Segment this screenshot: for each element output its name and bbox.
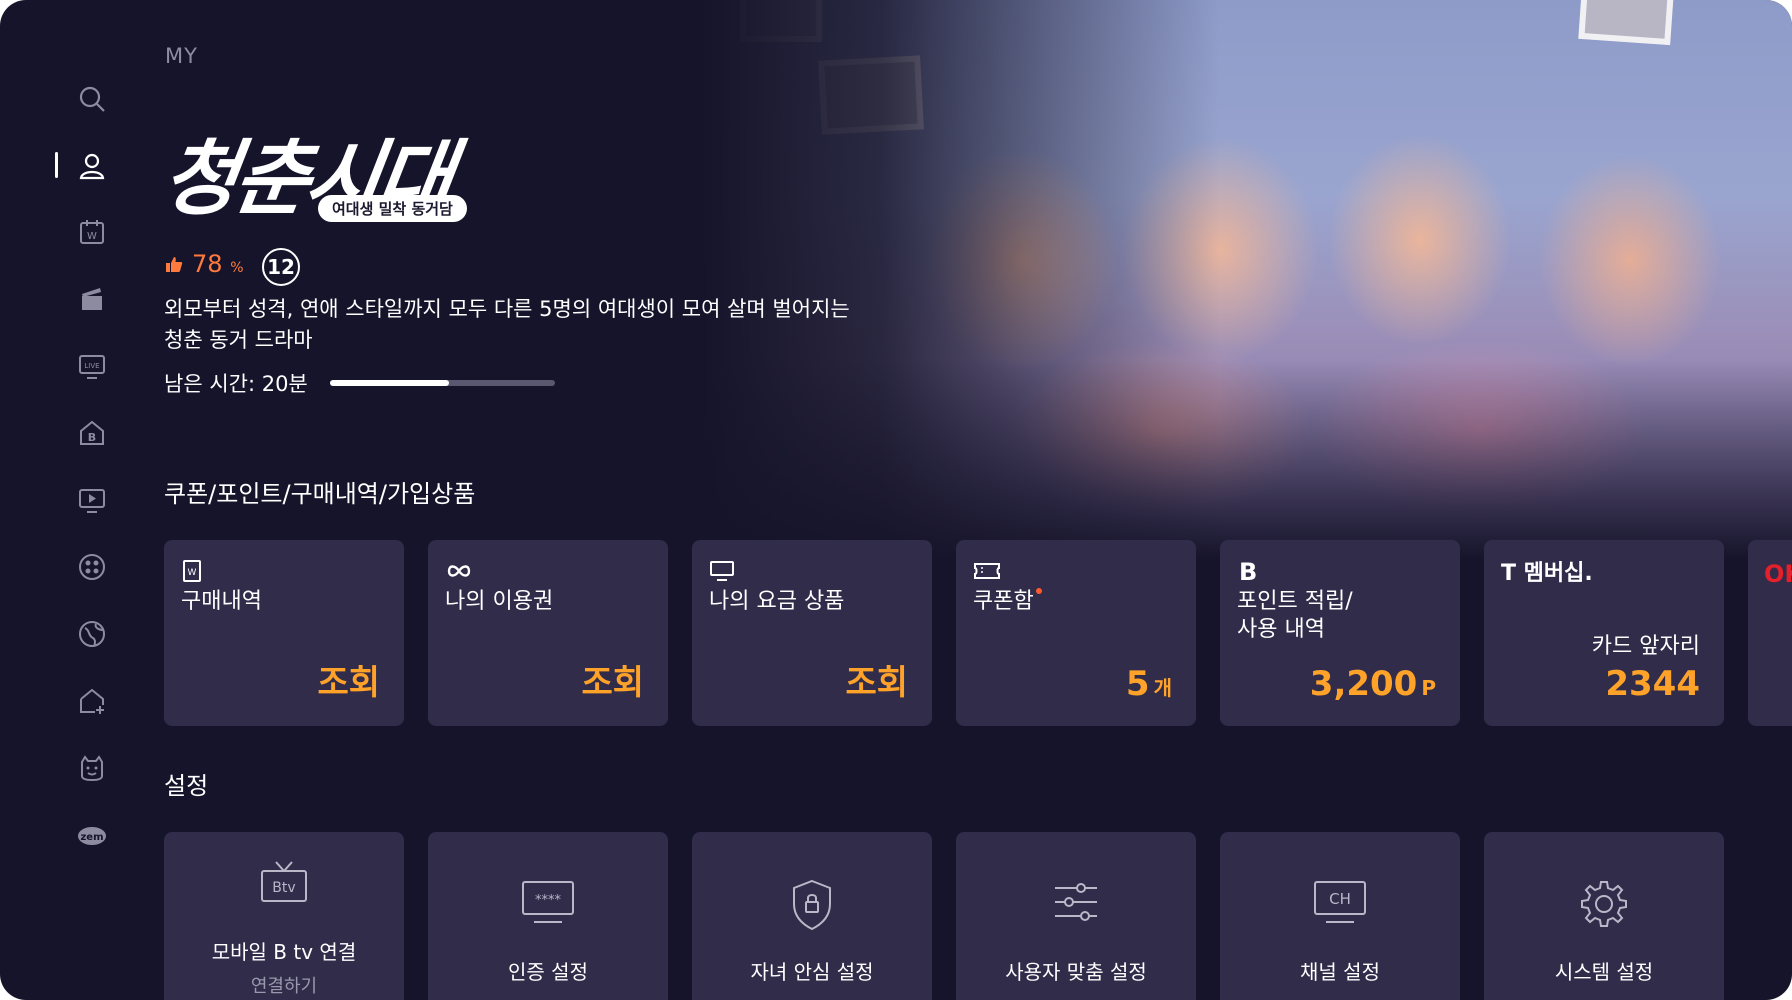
gear-icon xyxy=(1581,881,1627,927)
btv-tv-icon: Btv xyxy=(261,861,307,902)
rating-value: 78 xyxy=(192,250,223,278)
setting-label: 자녀 안심 설정 xyxy=(750,960,874,984)
svg-text:W: W xyxy=(188,568,197,578)
channel-icon-text: CH xyxy=(1329,890,1351,908)
svg-text:LIVE: LIVE xyxy=(84,362,99,370)
svg-text:B: B xyxy=(88,431,96,444)
card-purchase-history[interactable]: W 구매내역 조회 xyxy=(164,540,404,726)
sidebar-item-my[interactable] xyxy=(72,146,112,186)
setting-label: 사용자 맞춤 설정 xyxy=(1005,960,1147,984)
card-t-membership[interactable]: T 멤버십. 카드 앞자리 2344 xyxy=(1484,540,1724,726)
card-label-line2: 사용 내역 xyxy=(1237,617,1325,642)
ticket-icon xyxy=(974,563,1000,579)
card-value: 5 xyxy=(1125,664,1150,704)
sidebar-item-calendar[interactable]: W xyxy=(72,212,112,252)
sliders-icon xyxy=(1055,883,1097,921)
remaining-time: 남은 시간: 20분 xyxy=(164,372,308,396)
monitor-icon xyxy=(710,561,734,581)
setting-mobile-btv[interactable]: Btv 모바일 B tv 연결 연결하기 xyxy=(164,832,404,1000)
kids-icon xyxy=(79,554,105,580)
setting-sub-label: 연결하기 xyxy=(250,976,318,997)
user-icon xyxy=(79,153,105,180)
card-unit: P xyxy=(1421,676,1436,700)
watch-progress-bar xyxy=(330,380,555,386)
calendar-w-icon: W xyxy=(80,220,104,244)
new-dot xyxy=(1035,588,1042,594)
setting-child-safety[interactable]: 자녀 안심 설정 xyxy=(692,832,932,1000)
home-plus-icon xyxy=(80,688,104,714)
sidebar-item-character[interactable] xyxy=(72,748,112,788)
svg-text:W: W xyxy=(87,231,97,242)
rating: 78 % xyxy=(164,250,244,278)
card-unit: 개 xyxy=(1153,676,1172,700)
setting-label: 모바일 B tv 연결 xyxy=(211,940,357,964)
setting-auth[interactable]: **** 인증 설정 xyxy=(428,832,668,1000)
search-icon xyxy=(79,86,105,112)
svg-text:B: B xyxy=(1239,559,1257,583)
card-my-plan[interactable]: 나의 요금 상품 조회 xyxy=(692,540,932,726)
setting-personalization[interactable]: 사용자 맞춤 설정 xyxy=(956,832,1196,1000)
tv-screen: W LIVE B zem MY 청춘시대 여대생 밀착 동거담 78 % 12 … xyxy=(0,0,1792,1000)
card-ok-cashbag[interactable]: OK xyxy=(1748,540,1792,726)
card-my-pass[interactable]: 나의 이용권 조회 xyxy=(428,540,668,726)
setting-label: 채널 설정 xyxy=(1300,960,1380,984)
show-subtitle: 여대생 밀착 동거담 xyxy=(318,195,467,222)
sidebar-item-vod[interactable] xyxy=(72,480,112,520)
btv-icon-text: Btv xyxy=(272,880,295,896)
ok-cashbag-logo: OK xyxy=(1764,560,1792,588)
card-value: 조회 xyxy=(317,663,380,703)
globe-icon xyxy=(79,621,105,647)
breadcrumb: MY xyxy=(165,44,198,68)
shield-lock-icon xyxy=(793,879,831,931)
t-membership-logo: T 멤버십. xyxy=(1501,561,1593,586)
card-coupon-box[interactable]: 쿠폰함 5개 xyxy=(956,540,1196,726)
show-description: 외모부터 성격, 연애 스타일까지 모두 다른 5명의 여대생이 모여 살며 벌… xyxy=(164,297,850,352)
rating-unit: % xyxy=(230,260,244,276)
sidebar-item-search[interactable] xyxy=(72,79,112,119)
play-screen-icon xyxy=(79,489,105,513)
card-points[interactable]: B 포인트 적립/사용 내역 3,200 P xyxy=(1220,540,1460,726)
sidebar-item-movies[interactable] xyxy=(72,279,112,319)
setting-label: 시스템 설정 xyxy=(1554,960,1654,984)
card-value: 조회 xyxy=(845,663,908,703)
setting-channel[interactable]: CH 채널 설정 xyxy=(1220,832,1460,1000)
setting-label: 인증 설정 xyxy=(508,960,588,984)
card-label-line1: 포인트 적립/ xyxy=(1237,589,1353,614)
card-label: 구매내역 xyxy=(181,589,262,614)
receipt-w-icon: W xyxy=(183,560,201,582)
infinity-icon xyxy=(447,565,471,577)
sidebar-item-global[interactable] xyxy=(72,614,112,654)
section-title-coupons: 쿠폰/포인트/구매내역/가입상품 xyxy=(164,480,476,508)
b-home-icon: B xyxy=(80,420,104,445)
zem-icon: zem xyxy=(78,827,106,845)
age-rating-badge: 12 xyxy=(262,248,300,286)
active-indicator xyxy=(55,152,58,178)
card-label: 나의 요금 상품 xyxy=(709,589,845,614)
thumbs-up-icon xyxy=(166,257,183,272)
live-tv-icon: LIVE xyxy=(79,355,105,379)
wall-photo xyxy=(1578,0,1674,46)
card-value: 조회 xyxy=(581,663,644,703)
sidebar-item-home-plus[interactable] xyxy=(72,681,112,721)
card-value: 2344 xyxy=(1605,664,1700,704)
card-sub-label: 카드 앞자리 xyxy=(1591,634,1700,659)
card-label: 쿠폰함 xyxy=(973,589,1034,614)
channel-icon: CH xyxy=(1314,881,1366,923)
password-icon: **** xyxy=(522,881,574,923)
b-logo-icon: B xyxy=(1239,559,1257,583)
svg-text:zem: zem xyxy=(80,832,103,843)
card-value: 3,200 xyxy=(1309,664,1418,704)
section-title-settings: 설정 xyxy=(164,772,209,800)
password-icon-text: **** xyxy=(535,893,562,908)
sidebar-item-live[interactable]: LIVE xyxy=(72,346,112,386)
sidebar-item-zem[interactable]: zem xyxy=(72,815,112,855)
setting-system[interactable]: 시스템 설정 xyxy=(1484,832,1724,1000)
hero-fade xyxy=(700,360,1792,560)
clapperboard-icon xyxy=(82,288,102,310)
card-label: 나의 이용권 xyxy=(445,589,554,614)
watch-progress-fill xyxy=(330,380,450,386)
sidebar-item-kids[interactable] xyxy=(72,547,112,587)
sidebar-item-bhome[interactable]: B xyxy=(72,413,112,453)
character-icon xyxy=(81,755,103,782)
